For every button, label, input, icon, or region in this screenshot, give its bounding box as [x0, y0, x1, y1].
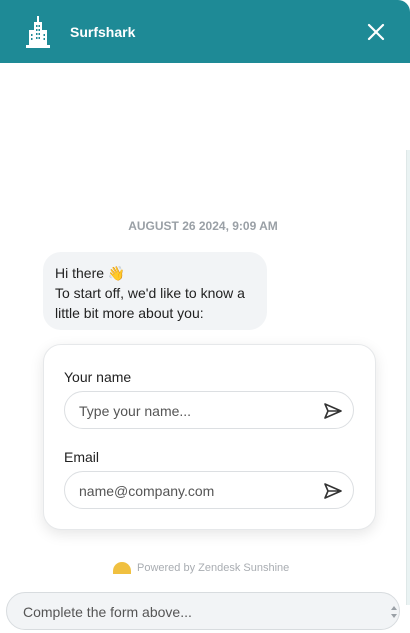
email-input[interactable]	[77, 472, 311, 510]
resize-arrows-icon	[391, 606, 397, 618]
message-line: Hi there 👋	[55, 265, 126, 281]
chat-header: Surfshark	[0, 0, 410, 63]
email-label: Email	[64, 449, 100, 465]
scroll-edge	[406, 150, 410, 605]
powered-by-text: Powered by Zendesk Sunshine	[137, 562, 290, 574]
send-icon[interactable]	[323, 481, 343, 501]
message-line: To start off, we'd like to know a	[55, 285, 245, 301]
name-label: Your name	[64, 369, 132, 385]
message-composer[interactable]	[6, 592, 400, 631]
message-line: little bit more about you:	[55, 305, 204, 321]
name-input[interactable]	[77, 392, 311, 430]
composer-input[interactable]	[21, 593, 375, 631]
email-field[interactable]	[64, 471, 354, 510]
building-icon	[26, 16, 50, 48]
contact-form-card: Your name Email	[43, 344, 376, 530]
close-icon[interactable]	[364, 20, 388, 44]
name-field[interactable]	[64, 391, 354, 430]
send-icon[interactable]	[323, 401, 343, 421]
zendesk-logo-icon	[113, 562, 131, 574]
header-title: Surfshark	[70, 24, 136, 40]
bot-message-bubble: Hi there 👋 To start off, we'd like to kn…	[43, 252, 267, 330]
message-timestamp: AUGUST 26 2024, 9:09 AM	[128, 219, 278, 233]
